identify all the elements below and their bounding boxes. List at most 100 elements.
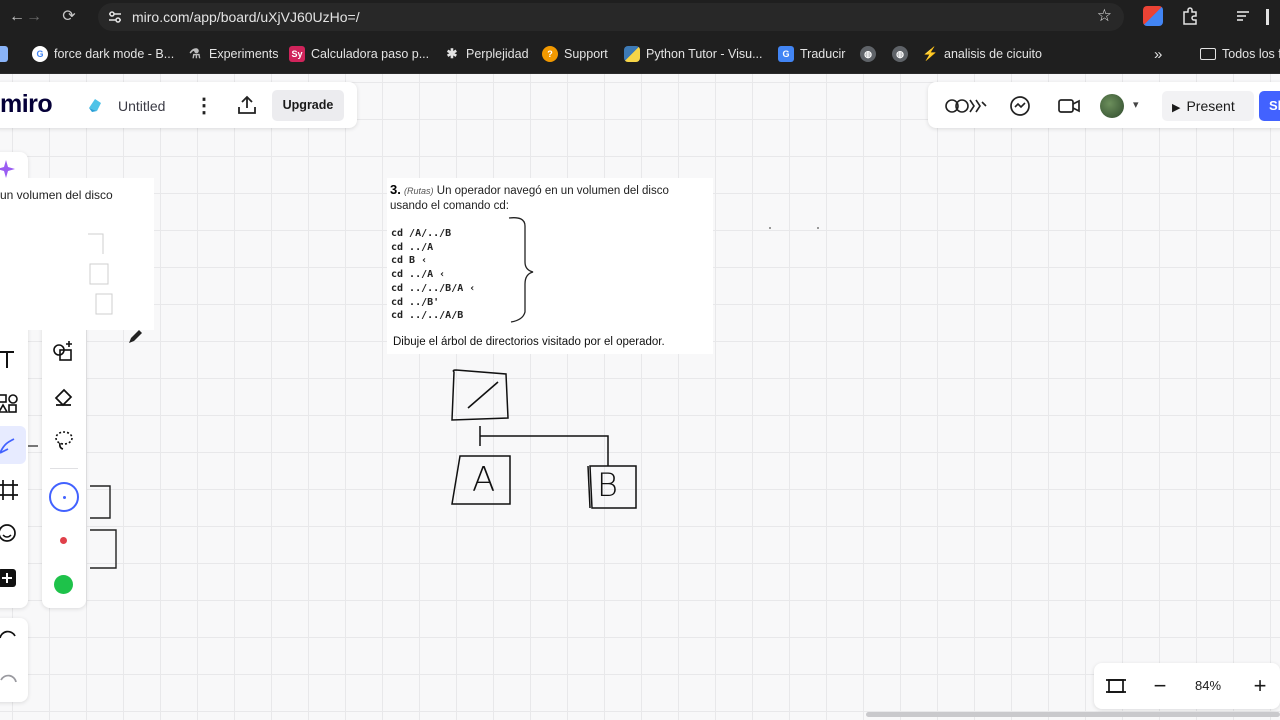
redo-icon[interactable] [0,668,22,696]
command-line: cd B ‹ [391,255,428,267]
command-line: cd ../A ‹ [391,269,446,281]
support-icon: ? [542,46,558,62]
extension-icon[interactable] [1143,6,1163,26]
board-icon[interactable] [86,96,104,114]
bookmark-item[interactable]: ✱ Perplejidad [444,44,529,64]
text-tool-icon[interactable] [0,346,22,374]
more-bookmarks-label: » [1154,45,1163,63]
upgrade-button[interactable]: Upgrade [272,90,344,121]
bookmark-item[interactable]: Sy Calculadora paso p... [289,44,429,64]
bookmarks-bar: G force dark mode - B... ⚗ Experiments S… [0,34,1280,74]
folder-icon [1200,48,1216,60]
bookmark-item[interactable]: Python Tutor - Visu... [624,44,763,64]
bookmark-item[interactable]: ⚡ analisis de cicuito [922,44,1042,64]
frame-tool-icon[interactable] [0,476,22,504]
bookmark-item[interactable]: ◍ [892,44,908,64]
pen-tool-icon[interactable] [0,432,22,460]
bookmark-label: analisis de cicuito [944,47,1042,61]
shapes-icon[interactable] [0,390,22,418]
reading-list-icon[interactable] [1234,6,1254,26]
command-line: cd ../B' [391,296,440,308]
miro-board-canvas[interactable]: miro Untitled ⋮ Upgrade ▾ ▶ Present Sh [0,74,1280,720]
globe-icon: ◍ [892,46,908,62]
canvas-dot [817,227,819,229]
bookmark-item[interactable]: ◍ [860,44,876,64]
pen-cursor-icon [129,330,142,343]
board-menu-icon[interactable]: ⋮ [194,93,214,118]
bookmark-item[interactable]: ⚗ Experiments [187,44,278,64]
all-bookmarks-label: Todos los f [1222,47,1280,61]
share-button[interactable]: Sh [1259,91,1280,121]
handdrawn-tree[interactable] [440,364,660,524]
chevron-down-icon[interactable]: ▾ [1133,98,1139,111]
zoom-in-button[interactable]: + [1246,672,1274,700]
bookmark-item[interactable]: ? Support [542,44,608,64]
site-settings-icon[interactable] [108,10,122,24]
all-bookmarks-button[interactable]: Todos los f [1200,44,1280,64]
bookmark-label: Support [564,47,608,61]
exercise-footer: Dibuje el árbol de directorios visitado … [393,336,665,348]
fragment-text: un volumen del disco [0,188,113,202]
horizontal-scrollbar[interactable] [866,712,1280,717]
zoom-out-button[interactable]: − [1146,672,1174,700]
symbolab-icon: Sy [289,46,305,62]
chat-icon[interactable] [1008,94,1034,118]
globe-icon: ◍ [860,46,876,62]
extensions-puzzle-icon[interactable] [1180,6,1200,26]
translate-icon: G [778,46,794,62]
more-bookmarks-button[interactable]: » [1154,44,1162,64]
bookmark-label: force dark mode - B... [54,47,175,61]
forward-icon[interactable]: → [21,4,47,30]
zoom-level[interactable]: 84% [1195,678,1221,693]
board-title[interactable]: Untitled [118,98,165,114]
present-label: Present [1186,98,1235,114]
address-bar[interactable]: miro.com/app/board/uXjVJ60UzHo=/ ☆ [98,3,1124,31]
bookmark-label: Traducir [800,47,846,61]
exercise-line2: usando el comando cd: [390,200,509,212]
color-swatch-green[interactable] [54,575,73,594]
canvas-dot [769,227,771,229]
flask-icon: ⚗ [189,46,201,61]
stickers-icon[interactable] [0,520,22,548]
exercise-number: 3. [390,182,401,197]
command-line: cd ../../A/B [391,310,464,322]
bookmark-label: Python Tutor - Visu... [646,47,763,61]
exercise-heading: 3. (Rutas) Un operador navegó en un volu… [390,182,669,197]
tree-node-a-label: A [472,460,496,500]
bookmark-item[interactable]: G force dark mode - B... [32,44,174,64]
exercise-tag: (Rutas) [404,186,434,196]
google-icon: G [32,46,48,62]
circuit-icon: ⚡ [922,46,939,61]
command-line: cd ../../B/A ‹ [391,282,476,294]
apps-icon[interactable] [0,46,8,62]
fit-to-screen-icon[interactable] [1102,672,1130,700]
exercise-line1: Un operador navegó en un volumen del dis… [436,185,669,197]
bookmark-star-icon[interactable]: ☆ [1097,6,1112,26]
bookmark-label: Experiments [209,47,279,61]
python-icon [624,46,640,62]
perplexity-icon: ✱ [446,46,458,61]
more-tools-icon[interactable] [0,564,22,592]
browser-toolbar: ← → ⟳ miro.com/app/board/uXjVJ60UzHo=/ ☆ [0,0,1280,34]
reactions-icon[interactable] [944,94,988,118]
export-icon[interactable] [236,94,258,116]
play-icon: ▶ [1172,102,1181,114]
present-button[interactable]: ▶ Present [1162,91,1254,121]
command-list: cd /A/../B cd ../A cd B ‹ cd ../A ‹ cd .… [391,227,475,323]
miro-logo[interactable]: miro [0,90,53,119]
handwritten-brace [508,217,534,323]
menu-icon[interactable] [1266,9,1269,25]
zoom-controls: − 84% + [1094,663,1280,709]
tree-node-b-label: B [597,466,618,504]
reload-icon[interactable]: ⟳ [56,4,82,30]
url-text[interactable]: miro.com/app/board/uXjVJ60UzHo=/ [132,9,360,25]
left-fragment-drawing [28,233,117,569]
bookmark-label: Perplejidad [466,47,529,61]
command-line: cd ../A [391,241,434,253]
undo-icon[interactable] [0,624,22,652]
bookmark-label: Calculadora paso p... [311,47,430,61]
bookmark-item[interactable]: G Traducir [778,44,845,64]
user-avatar[interactable] [1100,94,1124,118]
video-call-icon[interactable] [1056,94,1082,118]
exercise-image[interactable]: 3. (Rutas) Un operador navegó en un volu… [387,178,713,354]
